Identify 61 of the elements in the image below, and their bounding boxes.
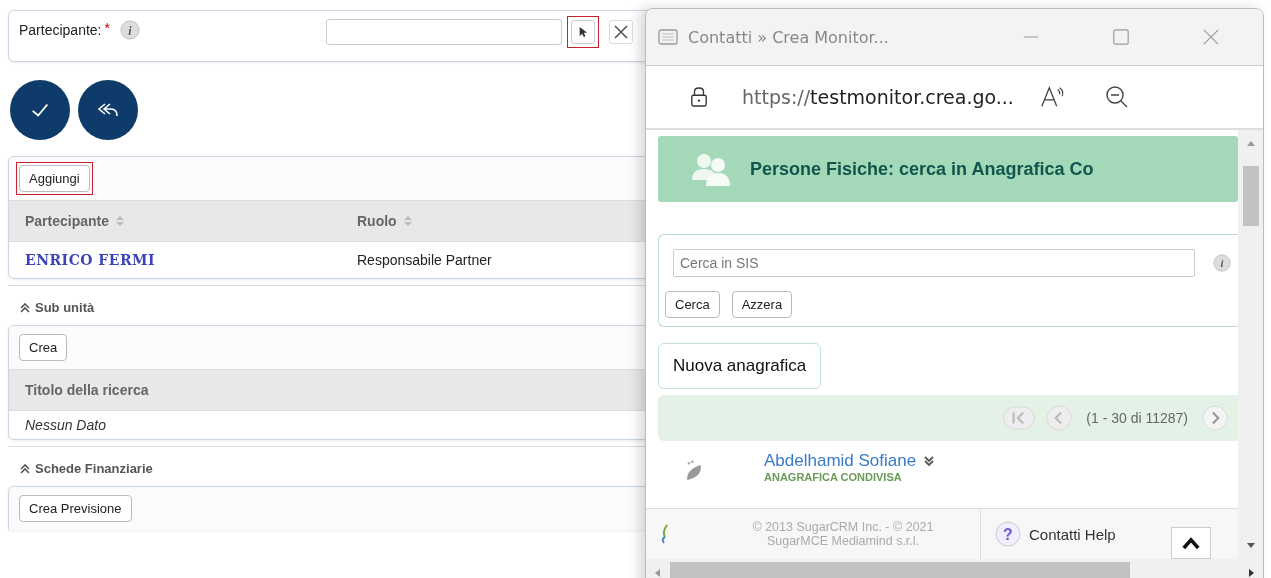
scroll-top-button[interactable] bbox=[1171, 527, 1211, 559]
section-title: Sub unità bbox=[35, 300, 95, 315]
search-button[interactable]: Cerca bbox=[665, 291, 720, 318]
info-icon[interactable]: i bbox=[1213, 254, 1231, 272]
banner-title: Persone Fisiche: cerca in Anagrafica Co bbox=[750, 158, 1094, 180]
previous-page-icon[interactable] bbox=[1046, 405, 1073, 431]
add-button[interactable]: Aggiungi bbox=[19, 165, 90, 192]
copyright-text: © 2013 SugarCRM Inc. - © 2021 bbox=[752, 520, 934, 534]
scroll-up-icon[interactable] bbox=[1245, 140, 1256, 146]
caret-up-icon bbox=[1182, 536, 1200, 550]
help-icon[interactable]: ? bbox=[995, 521, 1021, 547]
new-record-button[interactable]: Nuova anagrafica bbox=[658, 343, 822, 389]
record-link[interactable]: Abdelhamid Sofiane bbox=[764, 451, 917, 471]
people-icon bbox=[692, 152, 732, 186]
empty-message: Nessun Dato bbox=[25, 417, 106, 433]
scroll-left-icon[interactable] bbox=[654, 568, 660, 578]
zoom-out-icon[interactable] bbox=[1103, 85, 1130, 109]
role-cell: Responsabile Partner bbox=[357, 252, 492, 268]
window-icon bbox=[658, 29, 678, 45]
window-title: Contatti » Crea Monitor... bbox=[688, 27, 890, 47]
record-tag: ANAGRAFICA CONDIVISA bbox=[764, 471, 935, 483]
collapse-icon[interactable] bbox=[20, 302, 30, 313]
close-icon[interactable] bbox=[1202, 28, 1220, 46]
first-page-icon[interactable] bbox=[1002, 405, 1037, 431]
create-forecast-button[interactable]: Crea Previsione bbox=[19, 495, 132, 522]
scrollbar-thumb[interactable] bbox=[670, 562, 1130, 578]
info-icon[interactable]: i bbox=[119, 20, 140, 40]
logo-icon bbox=[660, 524, 670, 544]
column-header[interactable]: Partecipante bbox=[25, 213, 110, 229]
create-button[interactable]: Crea bbox=[19, 334, 68, 361]
leaf-icon bbox=[684, 457, 704, 483]
lock-icon[interactable] bbox=[690, 86, 708, 108]
participant-input[interactable] bbox=[326, 19, 562, 45]
clear-button[interactable] bbox=[609, 20, 633, 44]
next-page-icon[interactable] bbox=[1202, 405, 1228, 431]
back-button[interactable] bbox=[78, 80, 138, 140]
read-aloud-icon[interactable] bbox=[1039, 85, 1066, 109]
sort-icon[interactable] bbox=[115, 215, 126, 227]
pager-count: (1 - 30 di 11287) bbox=[1086, 410, 1188, 426]
field-label: Partecipante: bbox=[19, 22, 102, 38]
reset-button[interactable]: Azzera bbox=[731, 291, 793, 318]
expand-icon[interactable] bbox=[924, 456, 935, 466]
maximize-icon[interactable] bbox=[1112, 28, 1130, 46]
column-header[interactable]: Ruolo bbox=[357, 213, 397, 229]
scroll-down-icon[interactable] bbox=[1245, 543, 1256, 549]
collapse-icon[interactable] bbox=[20, 463, 30, 474]
vertical-scrollbar[interactable] bbox=[1238, 130, 1263, 559]
url-text[interactable]: https://testmonitor.crea.go... bbox=[742, 86, 1014, 108]
help-link[interactable]: Contatti Help bbox=[1029, 525, 1116, 543]
close-icon bbox=[614, 25, 628, 39]
scrollbar-thumb[interactable] bbox=[1242, 166, 1259, 226]
section-title: Schede Finanziarie bbox=[35, 461, 153, 476]
save-button[interactable] bbox=[10, 80, 70, 140]
sort-icon[interactable] bbox=[402, 215, 413, 227]
search-field[interactable]: Cerca in SIS bbox=[673, 249, 1195, 277]
copyright-text: SugarMCE Mediamind s.r.l. bbox=[766, 534, 920, 548]
cursor-icon bbox=[578, 26, 588, 38]
participant-link[interactable]: ENRICO FERMI bbox=[25, 252, 156, 268]
column-header: Titolo della ricerca bbox=[25, 382, 149, 398]
scroll-right-icon[interactable] bbox=[1249, 568, 1255, 578]
required-mark: * bbox=[104, 20, 110, 36]
